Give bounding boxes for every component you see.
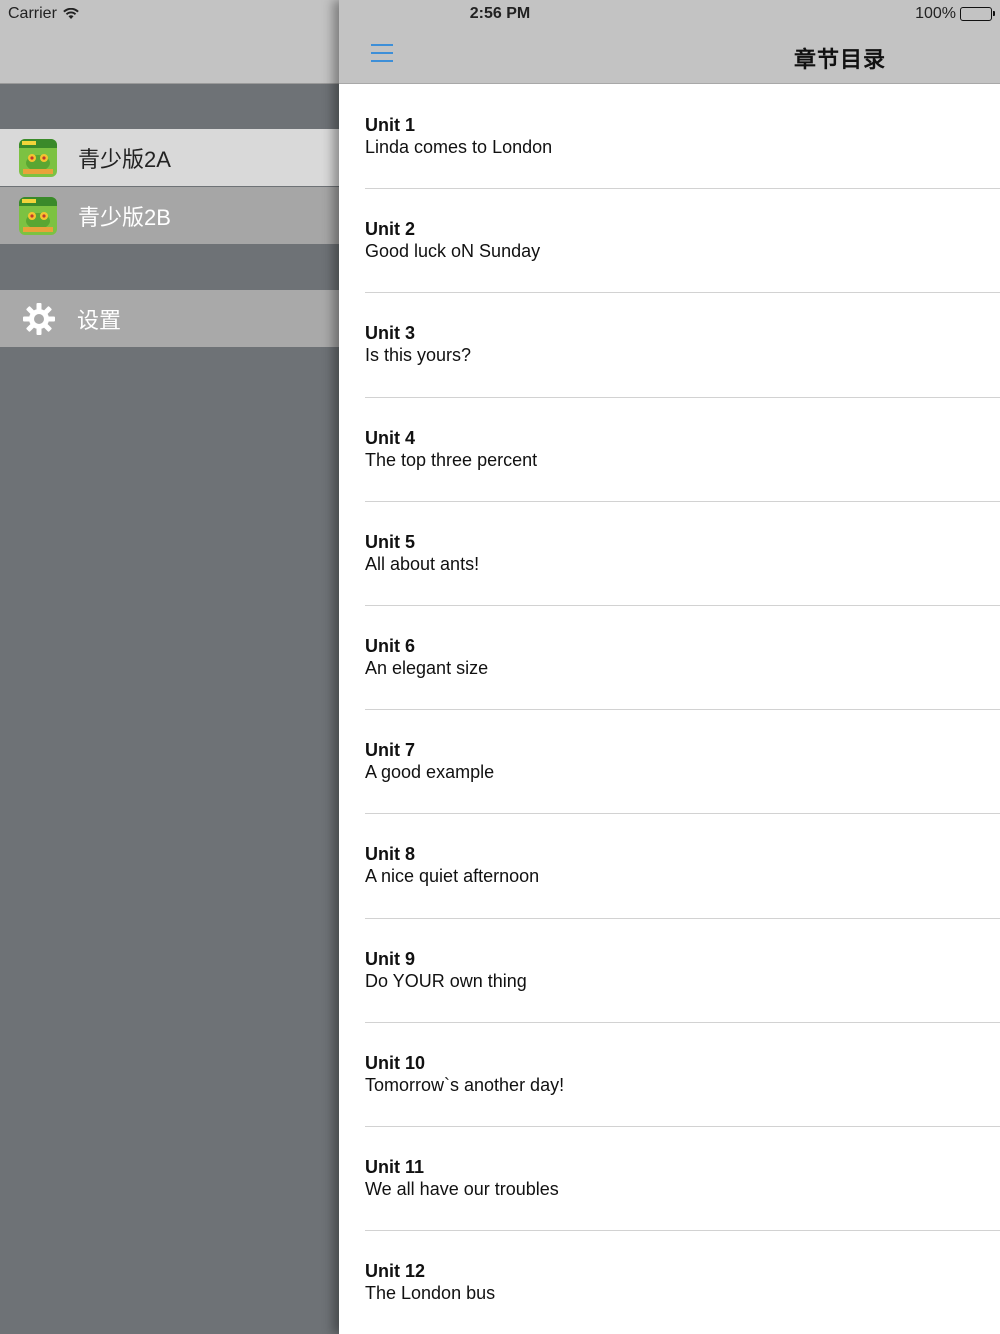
sidebar-item-settings[interactable]: 设置 [0,290,340,347]
sidebar-item-label: 设置 [77,307,122,333]
status-time: 2:56 PM [469,5,531,22]
chapter-panel: 章节目录 Unit 1 Linda comes to London Unit 2… [339,0,1000,1334]
carrier-label: Carrier [8,5,57,22]
unit-title: Unit 7 [365,740,416,761]
sidebar-item-label: 青少版2A [78,146,171,172]
hamburger-menu-icon[interactable] [371,44,393,62]
list-item[interactable]: Unit 12 The London bus [339,1231,1000,1334]
battery-indicator: 100% [915,5,995,23]
unit-subtitle: The top three percent [365,449,538,470]
list-item[interactable]: Unit 10 Tomorrow`s another day! [339,1023,1000,1128]
unit-title: Unit 6 [365,635,416,656]
unit-title: Unit 12 [365,1261,426,1282]
list-item[interactable]: Unit 4 The top three percent [339,398,1000,502]
status-bar: Carrier 2:56 PM 100% [0,0,1000,28]
unit-title: Unit 8 [365,844,416,865]
battery-icon [960,7,995,21]
sidebar-item-book-2b[interactable]: 青少版2B [0,187,340,244]
battery-percent: 100% [915,5,956,22]
book-cover-icon [19,196,57,235]
list-item[interactable]: Unit 6 An elegant size [339,606,1000,711]
unit-title: Unit 5 [365,531,416,552]
unit-title: Unit 2 [365,219,416,240]
list-item[interactable]: Unit 2 Good luck oN Sunday [339,189,1000,294]
unit-subtitle: An elegant size [365,657,489,678]
unit-subtitle: Good luck oN Sunday [365,241,541,262]
unit-title: Unit 10 [365,1052,426,1073]
list-item[interactable]: Unit 3 Is this yours? [339,293,1000,398]
unit-subtitle: Tomorrow`s another day! [365,1074,565,1095]
unit-subtitle: We all have our troubles [365,1178,559,1199]
list-item[interactable]: Unit 7 A good example [339,710,1000,815]
list-item[interactable]: Unit 5 All about ants! [339,502,1000,607]
list-item[interactable]: Unit 1 Linda comes to London [339,85,1000,190]
list-item[interactable]: Unit 9 Do YOUR own thing [339,919,1000,1023]
unit-title: Unit 4 [365,427,416,448]
unit-subtitle: All about ants! [365,553,480,574]
gear-icon [22,302,56,336]
unit-subtitle: Do YOUR own thing [365,970,527,991]
sidebar-item-label: 青少版2B [78,204,171,230]
unit-subtitle: A nice quiet afternoon [365,866,540,887]
wifi-icon [63,8,79,20]
unit-list: Unit 1 Linda comes to London Unit 2 Good… [339,85,1000,1334]
sidebar-item-book-2a[interactable]: 青少版2A [0,129,340,186]
unit-title: Unit 11 [365,1156,425,1177]
sidebar: 青少版2A 青少版2B 设置 [0,0,340,1334]
list-item[interactable]: Unit 8 A nice quiet afternoon [339,814,1000,919]
unit-subtitle: Linda comes to London [365,137,553,157]
list-item[interactable]: Unit 11 We all have our troubles [339,1127,1000,1232]
unit-title: Unit 9 [365,948,416,969]
unit-subtitle: The London bus [365,1283,496,1304]
page-title: 章节目录 [794,47,887,72]
unit-title: Unit 1 [365,115,416,135]
carrier-indicator: Carrier [8,5,79,23]
unit-title: Unit 3 [365,323,416,344]
book-cover-icon [19,138,57,177]
unit-subtitle: A good example [365,762,495,783]
unit-subtitle: Is this yours? [365,345,472,366]
